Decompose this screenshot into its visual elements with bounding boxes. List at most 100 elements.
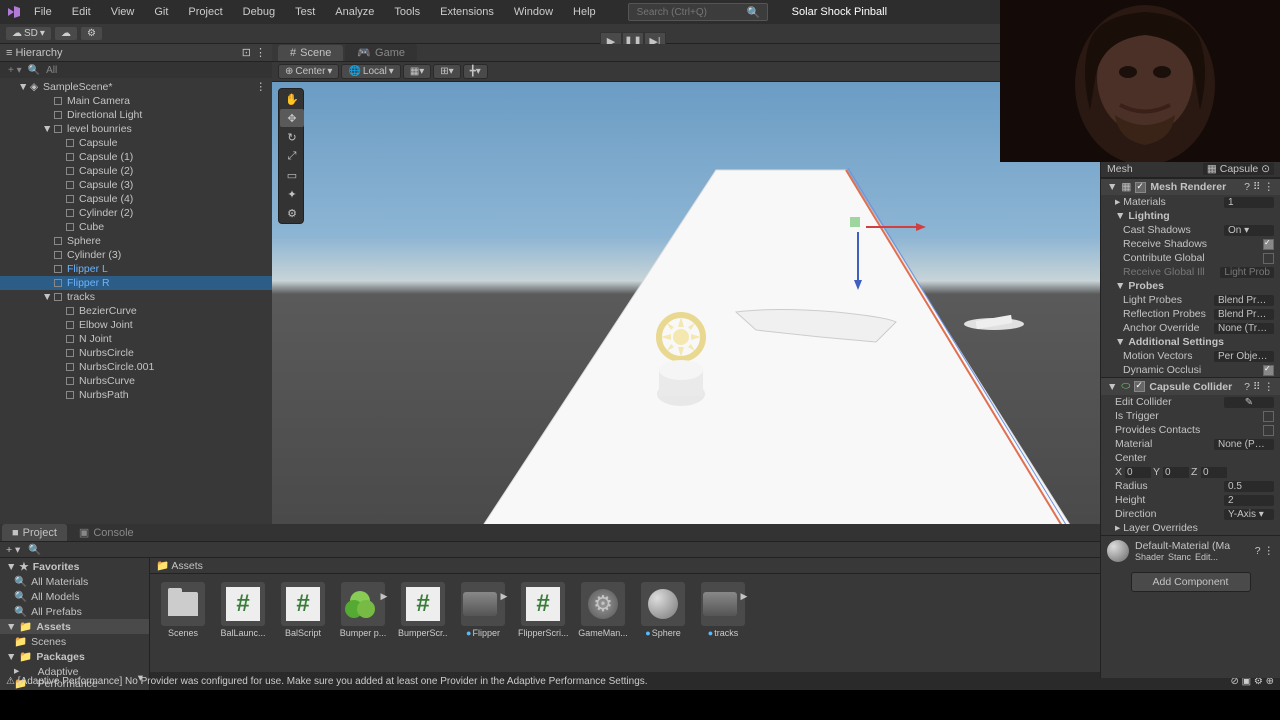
capsule-collider-hdr[interactable]: ▼⬭Capsule Collider? ⠿ ⋮ — [1101, 377, 1280, 395]
menu-debug[interactable]: Debug — [235, 6, 283, 18]
receive-shadows-row[interactable]: Receive Shadows — [1101, 237, 1280, 251]
asset-item[interactable]: ▶●Flipper — [458, 582, 508, 638]
direction-row[interactable]: DirectionY-Axis ▾ — [1101, 507, 1280, 521]
scene-root[interactable]: ▼◈SampleScene* ⋮ — [0, 80, 272, 94]
lighting-hdr[interactable]: ▼ Lighting — [1101, 209, 1280, 223]
rect-tool[interactable]: ▭ — [280, 166, 304, 184]
move-tool[interactable]: ✥ — [280, 109, 304, 127]
hierarchy-item[interactable]: Capsule (3) — [0, 178, 272, 192]
assets-hdr[interactable]: ▼ 📁 Assets — [0, 619, 149, 634]
menu-edit[interactable]: Edit — [64, 6, 99, 18]
phys-material-row[interactable]: MaterialNone (Phy ⊙ — [1101, 437, 1280, 451]
materials-row[interactable]: ▸ Materials1 — [1101, 195, 1280, 209]
hierarchy-item[interactable]: Sphere — [0, 234, 272, 248]
asset-item[interactable]: ●Sphere — [638, 582, 688, 638]
hierarchy-item[interactable]: Capsule — [0, 136, 272, 150]
hierarchy-item[interactable]: Elbow Joint — [0, 318, 272, 332]
menu-extensions[interactable]: Extensions — [432, 6, 502, 18]
tab-game[interactable]: 🎮Game — [345, 44, 417, 61]
inc-btn[interactable]: ╋▾ — [463, 64, 488, 79]
hierarchy-item[interactable]: Flipper L — [0, 262, 272, 276]
hierarchy-item[interactable]: Cube — [0, 220, 272, 234]
hierarchy-more-icon[interactable]: ⋮ — [255, 46, 266, 59]
add-component-button[interactable]: Add Component — [1131, 572, 1251, 592]
snap-btn[interactable]: ⊞▾ — [433, 64, 460, 79]
local-dropdown[interactable]: 🌐Local▾ — [341, 64, 400, 79]
assets-scenes[interactable]: 📁 Scenes — [0, 634, 149, 649]
tab-console[interactable]: ▣ Console — [69, 524, 144, 541]
fav-prefabs[interactable]: 🔍 All Prefabs — [0, 604, 149, 619]
settings-button[interactable]: ⚙ — [81, 27, 102, 40]
menu-tools[interactable]: Tools — [386, 6, 428, 18]
scale-tool[interactable]: ⤢ — [280, 147, 304, 165]
menu-test[interactable]: Test — [287, 6, 323, 18]
is-trigger-row[interactable]: Is Trigger — [1101, 409, 1280, 423]
hierarchy-item[interactable]: ▼level bounries — [0, 122, 272, 136]
tab-project[interactable]: ■ Project — [2, 524, 67, 541]
hierarchy-item[interactable]: BezierCurve — [0, 304, 272, 318]
mesh-renderer-hdr[interactable]: ▼▦Mesh Renderer? ⠿ ⋮ — [1101, 178, 1280, 195]
menu-window[interactable]: Window — [506, 6, 561, 18]
menu-analyze[interactable]: Analyze — [327, 6, 382, 18]
additional-hdr[interactable]: ▼ Additional Settings — [1101, 335, 1280, 349]
hierarchy-item[interactable]: N Joint — [0, 332, 272, 346]
hand-tool[interactable]: ✋ — [280, 90, 304, 108]
pivot-dropdown[interactable]: ⊕Center▾ — [278, 64, 339, 79]
hierarchy-item[interactable]: NurbsPath — [0, 388, 272, 402]
menu-help[interactable]: Help — [565, 6, 604, 18]
edit-shader-btn[interactable]: Edit... — [1195, 552, 1218, 562]
cast-shadows-row[interactable]: Cast ShadowsOn ▾ — [1101, 223, 1280, 237]
asset-item[interactable]: ⚙GameMan... — [578, 582, 628, 638]
edit-collider-row[interactable]: Edit Collider✎ — [1101, 395, 1280, 409]
packages-hdr[interactable]: ▼ 📁 Packages — [0, 649, 149, 664]
menu-file[interactable]: File — [26, 6, 60, 18]
cloud-sync-button[interactable]: ☁ — [55, 27, 77, 40]
reflection-probes-row[interactable]: Reflection ProbesBlend Prob▾ — [1101, 307, 1280, 321]
radius-row[interactable]: Radius0.5 — [1101, 479, 1280, 493]
hierarchy-item[interactable]: Capsule (4) — [0, 192, 272, 206]
layer-overrides-row[interactable]: ▸ Layer Overrides — [1101, 521, 1280, 535]
hierarchy-filter[interactable]: + ▾ 🔍 All — [0, 62, 272, 78]
grid-btn[interactable]: ▦▾ — [403, 64, 431, 79]
transform-tool[interactable]: ✦ — [280, 185, 304, 203]
motion-vectors-row[interactable]: Motion VectorsPer Object▾ — [1101, 349, 1280, 363]
asset-item[interactable]: #BalScript — [278, 582, 328, 638]
material-preview[interactable]: Default-Material (Ma Shader Stanc Edit..… — [1101, 535, 1280, 566]
dynamic-occlusion-row[interactable]: Dynamic Occlusi — [1101, 363, 1280, 377]
center-xyz[interactable]: X0 Y0 Z0 — [1101, 465, 1280, 479]
scene-menu-icon[interactable]: ⋮ — [256, 81, 267, 93]
probes-hdr[interactable]: ▼ Probes — [1101, 279, 1280, 293]
sd-button[interactable]: ☁ SD ▾ — [6, 27, 51, 40]
asset-item[interactable]: ▶●tracks — [698, 582, 748, 638]
favorites-hdr[interactable]: ▼ ★ Favorites — [0, 560, 149, 574]
provides-contacts-row[interactable]: Provides Contacts — [1101, 423, 1280, 437]
hierarchy-item[interactable]: Directional Light — [0, 108, 272, 122]
hierarchy-item[interactable]: NurbsCircle — [0, 346, 272, 360]
anchor-override-row[interactable]: Anchor OverrideNone (Tra ⊙ — [1101, 321, 1280, 335]
fav-models[interactable]: 🔍 All Models — [0, 589, 149, 604]
light-probes-row[interactable]: Light ProbesBlend Prob▾ — [1101, 293, 1280, 307]
contribute-global-row[interactable]: Contribute Global — [1101, 251, 1280, 265]
tab-scene[interactable]: #Scene — [278, 45, 343, 61]
asset-item[interactable]: ▶Bumper p... — [338, 582, 388, 638]
menu-git[interactable]: Git — [146, 6, 176, 18]
rotate-tool[interactable]: ↻ — [280, 128, 304, 146]
hierarchy-item[interactable]: Main Camera — [0, 94, 272, 108]
search-box[interactable]: 🔍 — [628, 3, 768, 21]
hierarchy-item[interactable]: Cylinder (2) — [0, 206, 272, 220]
asset-item[interactable]: #BumperScr... — [398, 582, 448, 638]
custom-tool[interactable]: ⚙ — [280, 204, 304, 222]
asset-item[interactable]: #FlipperScri... — [518, 582, 568, 638]
menu-view[interactable]: View — [103, 6, 143, 18]
search-input[interactable] — [637, 7, 747, 18]
asset-item[interactable]: #BalLaunc... — [218, 582, 268, 638]
hierarchy-item[interactable]: Capsule (2) — [0, 164, 272, 178]
hierarchy-item[interactable]: NurbsCircle.001 — [0, 360, 272, 374]
hierarchy-menu-icon[interactable]: ⊡ — [242, 46, 251, 59]
hierarchy-item[interactable]: Capsule (1) — [0, 150, 272, 164]
hierarchy-item[interactable]: ▼tracks — [0, 290, 272, 304]
hierarchy-item[interactable]: Cylinder (3) — [0, 248, 272, 262]
hierarchy-item[interactable]: Flipper R — [0, 276, 272, 290]
menu-project[interactable]: Project — [180, 6, 230, 18]
hierarchy-item[interactable]: NurbsCurve — [0, 374, 272, 388]
